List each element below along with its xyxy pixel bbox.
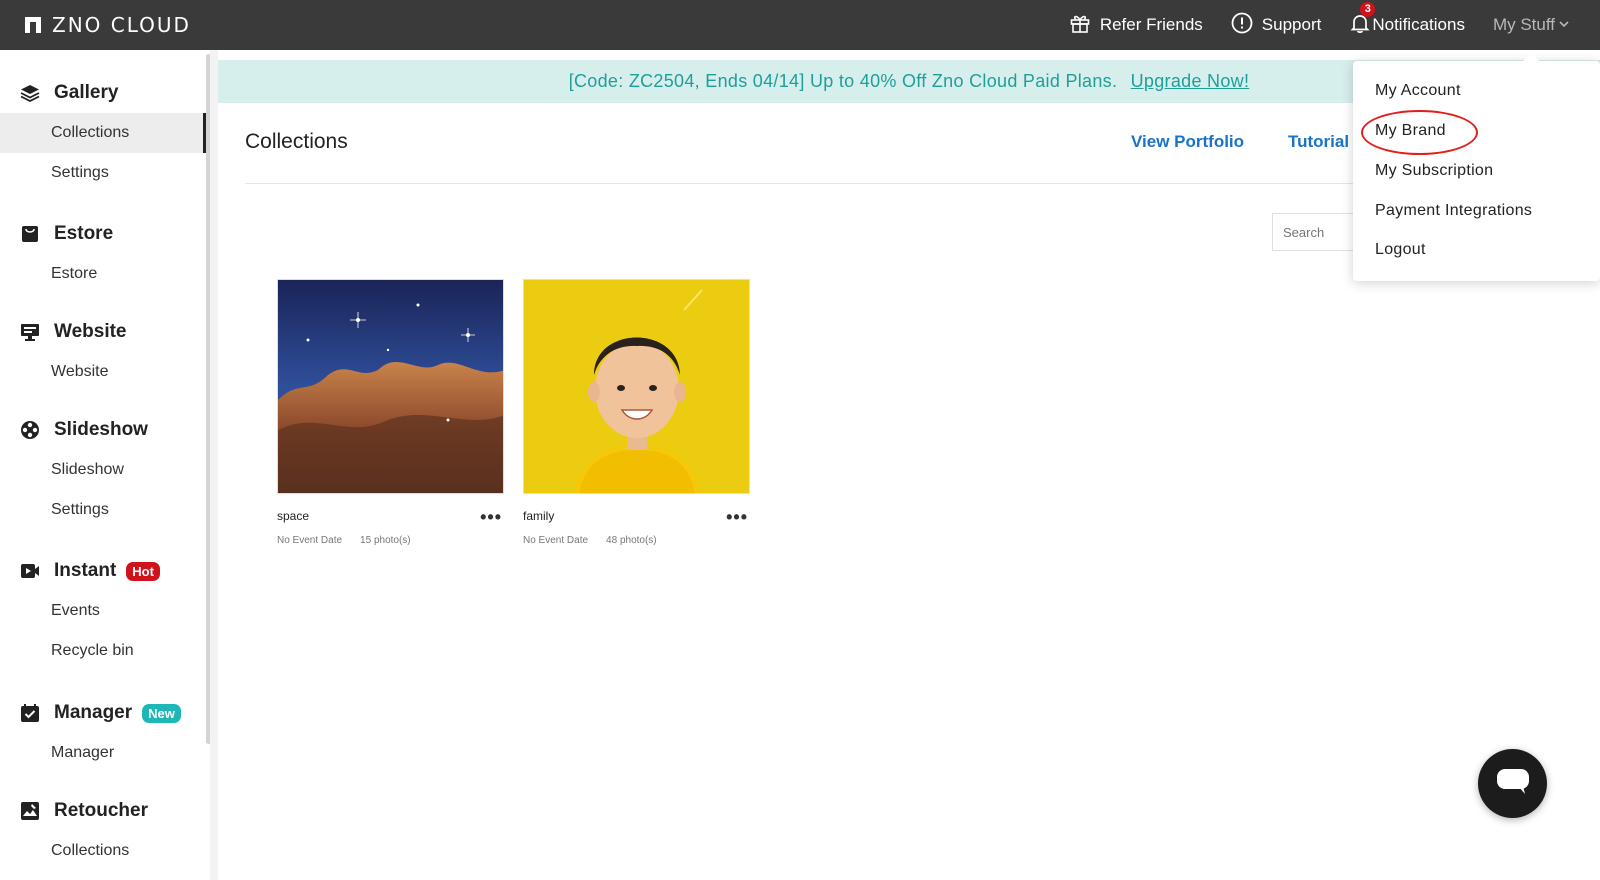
collection-name[interactable]: space bbox=[277, 509, 309, 523]
notification-count-badge: 3 bbox=[1360, 1, 1376, 17]
sidebar-heading-label: Instant bbox=[54, 560, 117, 581]
support-link[interactable]: Support bbox=[1231, 12, 1322, 39]
sidebar-heading-retoucher[interactable]: Retoucher bbox=[0, 791, 206, 831]
film-reel-icon bbox=[20, 420, 40, 440]
sidebar: Gallery Collections Settings Estore Esto… bbox=[0, 50, 210, 880]
chat-button[interactable] bbox=[1478, 749, 1547, 818]
sidebar-section-website: Website Website bbox=[0, 312, 206, 392]
refer-friends-link[interactable]: Refer Friends bbox=[1069, 12, 1203, 39]
alert-circle-icon bbox=[1231, 12, 1253, 39]
sidebar-item-slideshow[interactable]: Slideshow bbox=[0, 450, 206, 490]
chevron-down-icon bbox=[1558, 15, 1570, 35]
support-label: Support bbox=[1261, 15, 1322, 34]
new-badge: New bbox=[142, 703, 181, 723]
menu-item-payment-integrations[interactable]: Payment Integrations bbox=[1375, 202, 1532, 220]
zno-logo-icon bbox=[24, 16, 42, 34]
sidebar-heading-label: Estore bbox=[54, 223, 114, 244]
sidebar-section-manager: Manager New Manager bbox=[0, 693, 206, 773]
sidebar-item-estore[interactable]: Estore bbox=[0, 254, 206, 294]
menu-item-my-account[interactable]: My Account bbox=[1375, 82, 1461, 100]
event-date: No Event Date bbox=[523, 535, 589, 546]
view-portfolio-link[interactable]: View Portfolio bbox=[1131, 132, 1244, 152]
collection-meta: No Event Date 15 photo(s) bbox=[277, 535, 411, 546]
hot-badge: Hot bbox=[126, 561, 160, 581]
image-edit-icon bbox=[20, 801, 40, 821]
sidebar-heading-label: Gallery bbox=[54, 82, 119, 103]
refer-friends-label: Refer Friends bbox=[1099, 15, 1203, 34]
event-date: No Event Date bbox=[277, 535, 343, 546]
collection-card-space[interactable]: space ••• No Event Date 15 photo(s) bbox=[277, 279, 504, 546]
promo-text: [Code: ZC2504, Ends 04/14] Up to 40% Off… bbox=[568, 71, 1118, 91]
tutorial-link[interactable]: Tutorial bbox=[1288, 132, 1349, 152]
collection-meta: No Event Date 48 photo(s) bbox=[523, 535, 657, 546]
collection-cover-space[interactable] bbox=[277, 279, 504, 494]
sidebar-heading-label: Manager bbox=[54, 702, 133, 723]
bell-icon: 3 bbox=[1349, 1, 1376, 39]
sidebar-item-events[interactable]: Events bbox=[0, 591, 206, 631]
dropdown-arrow bbox=[1523, 53, 1539, 61]
sidebar-item-slideshow-settings[interactable]: Settings bbox=[0, 490, 206, 530]
menu-item-logout[interactable]: Logout bbox=[1375, 241, 1426, 259]
my-stuff-label: My Stuff bbox=[1492, 15, 1555, 34]
monitor-icon bbox=[20, 322, 40, 342]
sidebar-item-retoucher-collections[interactable]: Collections bbox=[0, 831, 206, 871]
photo-count: 15 photo(s) bbox=[360, 535, 411, 546]
sidebar-item-collections[interactable]: Collections bbox=[0, 113, 206, 153]
more-options-icon[interactable]: ••• bbox=[726, 507, 748, 528]
notifications-link[interactable]: 3 Notifications bbox=[1349, 1, 1465, 39]
sidebar-heading-slideshow[interactable]: Slideshow bbox=[0, 410, 206, 450]
brand-name: ZNO CLOUD bbox=[52, 13, 191, 37]
sidebar-section-retoucher: Retoucher Collections bbox=[0, 791, 206, 871]
sidebar-heading-manager[interactable]: Manager New bbox=[0, 693, 206, 733]
chat-bubble-icon bbox=[1495, 765, 1531, 802]
sidebar-heading-label: Retoucher bbox=[54, 800, 148, 821]
notifications-label: Notifications bbox=[1372, 15, 1465, 34]
sidebar-section-slideshow: Slideshow Slideshow Settings bbox=[0, 410, 206, 530]
menu-item-my-subscription[interactable]: My Subscription bbox=[1375, 162, 1493, 180]
gift-icon bbox=[1069, 12, 1091, 39]
sidebar-heading-website[interactable]: Website bbox=[0, 312, 206, 352]
calendar-check-icon bbox=[20, 703, 40, 723]
sidebar-item-gallery-settings[interactable]: Settings bbox=[0, 153, 206, 193]
top-bar: ZNO CLOUD Refer Friends Support 3 Notifi… bbox=[0, 0, 1600, 50]
menu-item-my-brand[interactable]: My Brand bbox=[1375, 122, 1446, 140]
sidebar-item-manager[interactable]: Manager bbox=[0, 733, 206, 773]
top-nav: Refer Friends Support 3 Notifications My… bbox=[1041, 0, 1570, 50]
brand-logo[interactable]: ZNO CLOUD bbox=[24, 14, 191, 36]
layers-icon bbox=[20, 83, 40, 103]
photo-count: 48 photo(s) bbox=[606, 535, 657, 546]
sidebar-heading-instant[interactable]: Instant Hot bbox=[0, 551, 206, 591]
more-options-icon[interactable]: ••• bbox=[480, 507, 502, 528]
collection-cover-family[interactable] bbox=[523, 279, 750, 494]
sidebar-section-gallery: Gallery Collections Settings bbox=[0, 73, 206, 193]
sidebar-heading-label: Slideshow bbox=[54, 419, 148, 440]
video-camera-icon bbox=[20, 561, 40, 581]
sidebar-divider bbox=[210, 50, 218, 880]
sidebar-heading-gallery[interactable]: Gallery bbox=[0, 73, 206, 113]
page-title: Collections bbox=[245, 130, 348, 153]
upgrade-now-link[interactable]: Upgrade Now! bbox=[1131, 71, 1250, 91]
sidebar-section-estore: Estore Estore bbox=[0, 214, 206, 294]
my-stuff-dropdown: My Account My Brand My Subscription Paym… bbox=[1353, 53, 1600, 281]
sidebar-item-website[interactable]: Website bbox=[0, 352, 206, 392]
my-stuff-menu[interactable]: My Stuff bbox=[1493, 15, 1570, 35]
sidebar-section-instant: Instant Hot Events Recycle bin bbox=[0, 551, 206, 671]
sidebar-heading-estore[interactable]: Estore bbox=[0, 214, 206, 254]
sidebar-heading-label: Website bbox=[54, 321, 127, 342]
sidebar-item-recycle-bin[interactable]: Recycle bin bbox=[0, 631, 206, 671]
collection-name[interactable]: family bbox=[523, 509, 554, 523]
shopping-bag-icon bbox=[20, 224, 40, 244]
collection-card-family[interactable]: family ••• No Event Date 48 photo(s) bbox=[523, 279, 750, 546]
